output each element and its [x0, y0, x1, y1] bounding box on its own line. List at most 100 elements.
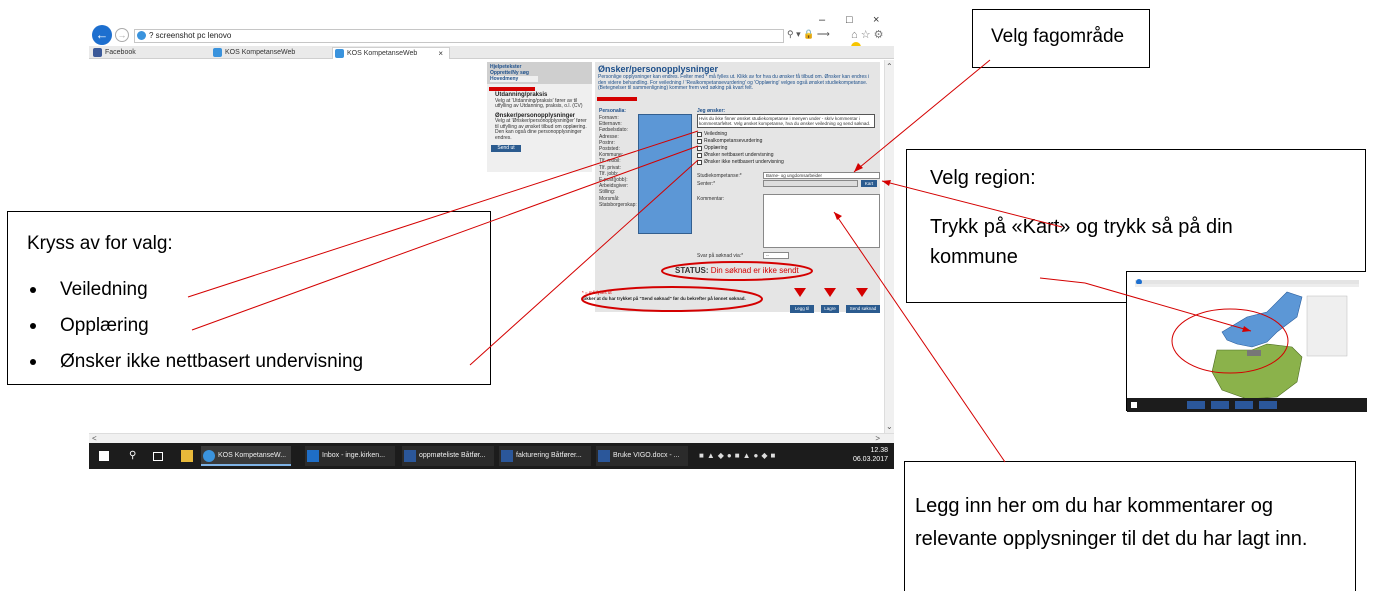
scroll-down-icon[interactable]: ⌄ — [886, 422, 893, 431]
tab-kos-1[interactable]: KOS KompetanseWeb — [211, 47, 329, 59]
ie-icon — [213, 48, 222, 57]
status-line: STATUS: Din søknad er ikke sendt — [675, 266, 799, 275]
tab-facebook[interactable]: Facebook — [91, 47, 206, 59]
windows-start-icon[interactable] — [99, 451, 109, 461]
tab-label: Facebook — [105, 49, 136, 56]
facebook-icon — [93, 48, 102, 57]
checkbox-label: Ønsker nettbasert undervisning — [704, 152, 774, 158]
senter-select[interactable] — [763, 180, 858, 187]
send-ut-button[interactable]: Send ut — [491, 145, 521, 152]
bullet-opplaering: Opplæring — [8, 313, 490, 338]
svar-label: Svar på søknad via:* — [697, 253, 744, 259]
scroll-left-icon[interactable]: < — [92, 434, 97, 443]
kart-button[interactable]: Kart — [861, 180, 877, 187]
forward-button[interactable]: → — [115, 28, 129, 42]
annotation-title: Kryss av for valg: — [27, 233, 173, 254]
taskbar-app-label: KOS KompetanseW... — [218, 452, 287, 459]
nav-row: ← → ? screenshot pc lenovo ⚲ ▾ 🔒 ⟶ ⌂ ☆ ⚙ — [89, 24, 894, 53]
personalia-field-label: E-post(jobb): — [599, 177, 628, 183]
personalia-field-label: Tlf. mobil: — [599, 158, 621, 165]
taskbar-app-word-3[interactable]: Bruke VIGO.docx - ... — [596, 446, 688, 466]
photo-placeholder — [638, 114, 692, 234]
checkbox-veiledning[interactable] — [697, 132, 702, 137]
ie-icon — [137, 31, 146, 40]
annotation-text: Legg inn her om du har kommentarer og re… — [915, 495, 1308, 550]
taskbar-app-word-1[interactable]: oppmøteliste Båtfør... — [402, 446, 494, 466]
map-thumbnail — [1126, 271, 1367, 412]
page-title: Ønsker/personopplysninger — [598, 64, 719, 74]
personalia-field-label: Statsborgerskap: — [599, 201, 637, 208]
svar-select[interactable]: -- — [763, 252, 789, 259]
taskbar-app-label: Inbox - inge.kirken... — [322, 452, 386, 459]
footer-note: Sikker at du har trykket på "Send søknad… — [582, 296, 746, 301]
taskbar-app-label: fakturering Båtfører... — [516, 452, 582, 459]
annotation-kommentar: Legg inn her om du har kommentarer og re… — [904, 461, 1356, 591]
personalia-label: Personalia: — [599, 108, 626, 114]
tab-close-icon[interactable]: × — [438, 48, 443, 59]
taskbar-clock[interactable]: 12.38 06.03.2017 — [853, 446, 888, 464]
word-icon — [404, 450, 416, 462]
tab-kos-2[interactable]: KOS KompetanseWeb × — [332, 47, 450, 59]
address-bar[interactable]: ? screenshot pc lenovo — [134, 29, 784, 43]
legg-til-button[interactable]: Legg til — [790, 305, 814, 313]
task-view-icon[interactable] — [153, 452, 163, 461]
personalia-field-label: Fødselsdato: — [599, 127, 628, 134]
sidebar-item-onsker[interactable]: Ønsker/personopplysninger Velg at 'Ønske… — [487, 111, 592, 143]
scroll-up-icon[interactable]: ⌃ — [886, 62, 893, 71]
back-button[interactable]: ← — [92, 25, 112, 45]
personalia-field-label: Tlf. privat: — [599, 164, 621, 171]
intro-text: Personlige opplysninger kan endres. Felt… — [598, 74, 870, 91]
kos-sidebar: Hjelpetekster Opprette/Ny søg Hovedmeny … — [487, 62, 592, 172]
map-thumbnail-image — [1127, 272, 1367, 412]
scroll-right-icon[interactable]: > — [875, 434, 880, 443]
checkbox-label: Ønsker ikke nettbasert undervisning — [704, 159, 784, 165]
horizontal-scrollbar[interactable]: < > — [89, 433, 894, 443]
sidebar-item-text: Velg at 'Ønsker/personopplysninger' føre… — [495, 118, 587, 141]
personalia-field-label: Fornavn: — [599, 115, 619, 121]
personalia-field-label: Adresse: — [599, 133, 619, 140]
tab-label: KOS KompetanseWeb — [347, 50, 418, 57]
taskbar-app-label: oppmøteliste Båtfør... — [419, 452, 486, 459]
personalia-field-label: Etternavn: — [599, 121, 622, 128]
personalia-field-label: Arbeidsgiver: — [599, 183, 629, 190]
personalia-field-label: Kommune: — [599, 152, 624, 159]
sidebar-link[interactable]: Hovedmeny — [490, 76, 538, 82]
checkbox-opplaering[interactable] — [697, 146, 702, 151]
lagre-button[interactable]: Lagre — [821, 305, 839, 313]
clock-date: 06.03.2017 — [852, 456, 888, 463]
taskbar-app-ie[interactable]: KOS KompetanseW... — [201, 446, 291, 466]
outlook-icon — [307, 450, 319, 462]
checkbox-label: Realkompetansevurdering — [704, 138, 763, 144]
taskbar-app-outlook[interactable]: Inbox - inge.kirken... — [305, 446, 395, 466]
search-icon[interactable]: ⚲ ▾ 🔒 ⟶ — [787, 29, 830, 40]
clock-time: 12.38 — [870, 447, 888, 454]
send-soknad-button[interactable]: Send søknad — [846, 305, 880, 313]
annotation-title: Velg region: — [930, 167, 1036, 189]
checkbox-label: Veiledning — [704, 131, 728, 137]
sidebar-item-utdanning[interactable]: Utdanning/praksis Velg at 'Utdanning/pra… — [487, 90, 592, 111]
tab-label: KOS KompetanseWeb — [225, 49, 296, 56]
stage: – □ × ← → ? screenshot pc lenovo ⚲ ▾ 🔒 ⟶… — [0, 0, 1390, 591]
system-tray-icons[interactable]: ■▲◆●■▲●◆■ — [699, 451, 778, 460]
taskbar-app-label: Bruke VIGO.docx - ... — [613, 452, 680, 459]
red-underline — [597, 97, 637, 101]
footer-notes: * = må fylles ut Sikker at du har trykke… — [582, 290, 746, 302]
sidebar-header: Hjelpetekster Opprette/Ny søg Hovedmeny — [487, 62, 592, 84]
sidebar-item-text: Velg at 'Utdanning/praksis' fører av til… — [495, 97, 583, 109]
studie-select[interactable]: Barne- og ungdomsarbeider — [763, 172, 880, 179]
vertical-scrollbar[interactable]: ⌃ ⌄ — [884, 60, 894, 433]
senter-label: Senter:* — [697, 181, 716, 187]
personalia-field-label: Poststed: — [599, 146, 620, 152]
taskbar-app-word-2[interactable]: fakturering Båtfører... — [499, 446, 591, 466]
checkbox-ikke-nettbasert[interactable] — [697, 160, 702, 165]
red-underline — [489, 87, 535, 91]
personalia-field-label: Postnr: — [599, 139, 615, 146]
checkbox-realkompetanse[interactable] — [697, 139, 702, 144]
kommentar-textarea[interactable] — [763, 194, 880, 248]
file-explorer-icon[interactable] — [181, 450, 193, 462]
search-icon[interactable]: ⚲ — [129, 450, 141, 462]
ie-icon — [203, 450, 215, 462]
word-icon — [598, 450, 610, 462]
checkbox-nettbasert[interactable] — [697, 153, 702, 158]
status-label: STATUS: — [675, 266, 709, 275]
